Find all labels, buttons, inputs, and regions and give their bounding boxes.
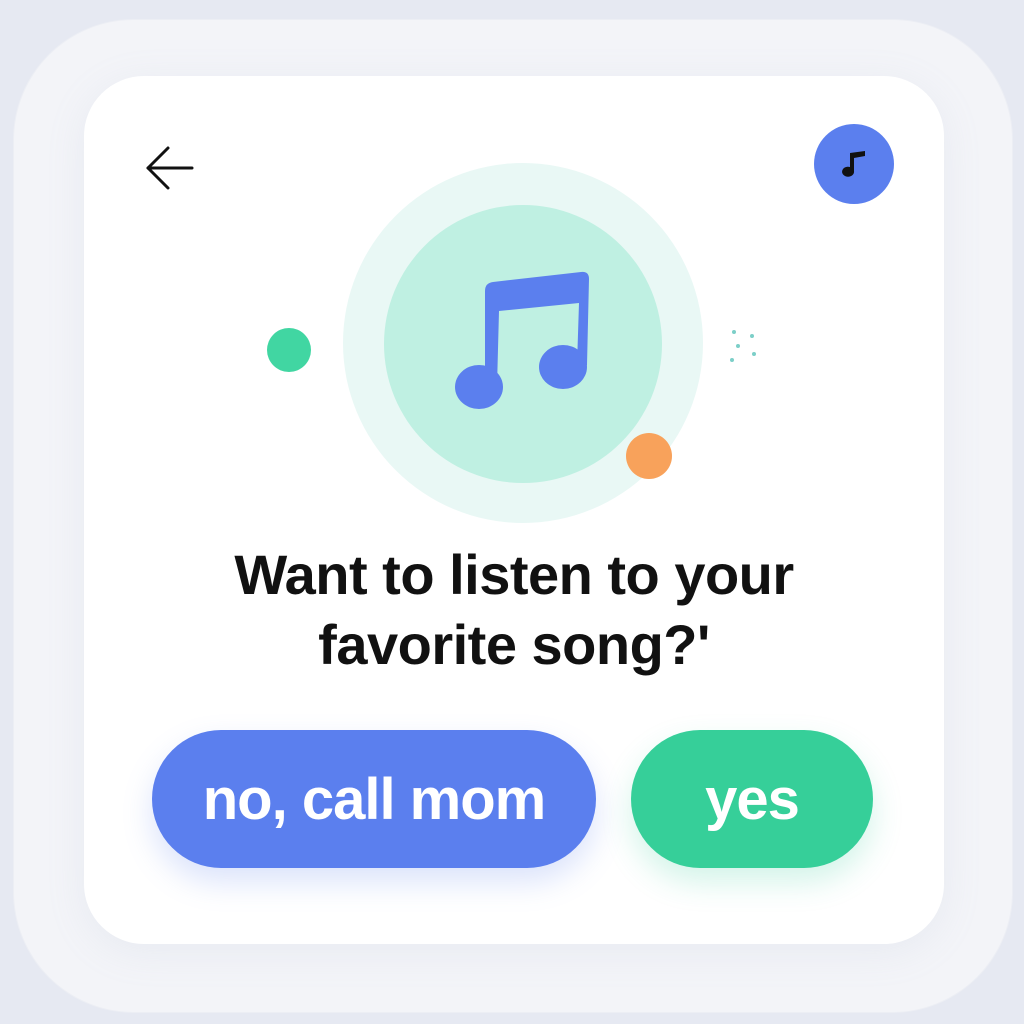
decor-dot-green xyxy=(267,328,311,372)
decor-sparkle xyxy=(730,358,734,362)
decor-dot-orange xyxy=(626,433,672,479)
hero-circle xyxy=(384,205,662,483)
decor-sparkle xyxy=(732,330,736,334)
prompt-question: Want to listen to your favorite song?' xyxy=(84,540,944,680)
prompt-line-2: favorite song?' xyxy=(318,613,710,676)
decor-sparkle xyxy=(750,334,754,338)
prompt-line-1: Want to listen to your xyxy=(234,543,794,606)
no-call-mom-button[interactable]: no, call mom xyxy=(152,730,596,868)
music-note-icon xyxy=(842,151,865,177)
arrow-left-icon xyxy=(146,146,194,190)
music-badge-button[interactable] xyxy=(814,124,894,204)
decor-sparkle xyxy=(736,344,740,348)
music-notes-icon xyxy=(455,271,589,409)
decor-sparkle xyxy=(752,352,756,356)
back-button[interactable] xyxy=(138,138,198,198)
yes-button[interactable]: yes xyxy=(631,730,873,868)
